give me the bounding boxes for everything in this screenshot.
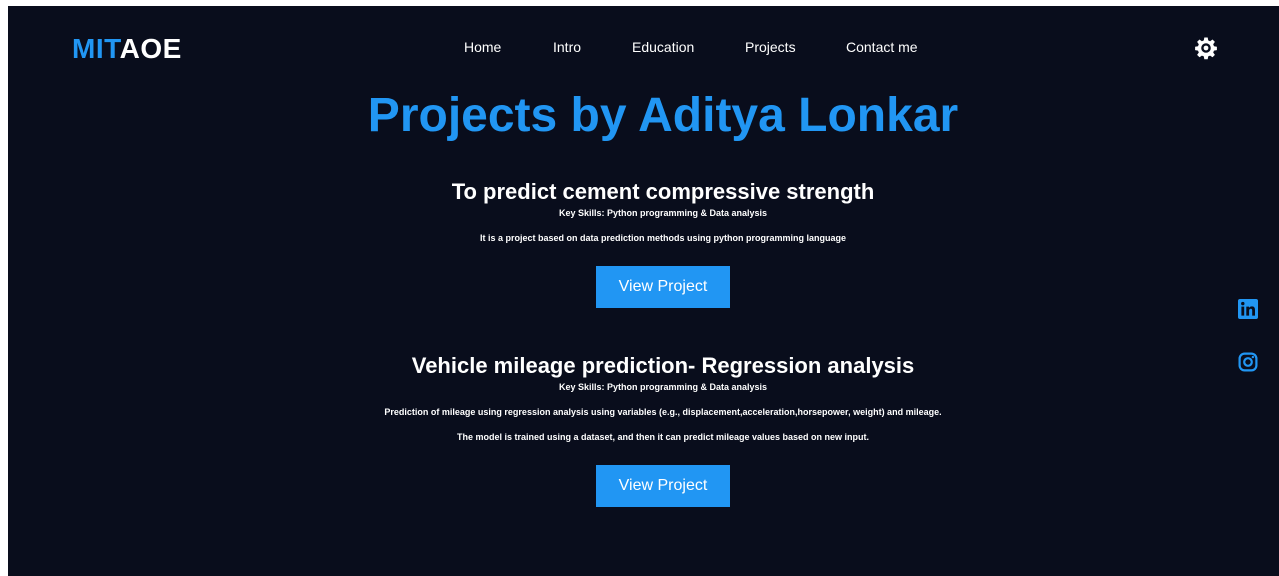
project-card: To predict cement compressive strength K… (8, 178, 1279, 308)
nav-link-contact[interactable]: Contact me (846, 39, 918, 55)
instagram-link[interactable] (1238, 352, 1258, 372)
view-project-button[interactable]: View Project (596, 465, 730, 507)
main-nav: Home Intro Education Projects Contact me (8, 39, 1279, 59)
nav-link-intro[interactable]: Intro (553, 39, 581, 55)
nav-link-projects[interactable]: Projects (745, 39, 796, 55)
project-skills: Key Skills: Python programming & Data an… (558, 208, 768, 218)
project-description: It is a project based on data prediction… (479, 233, 847, 243)
gear-icon (1195, 37, 1217, 60)
view-project-button[interactable]: View Project (596, 266, 730, 308)
linkedin-icon (1238, 299, 1258, 319)
nav-link-home[interactable]: Home (464, 39, 501, 55)
instagram-icon (1238, 352, 1258, 372)
page-title: Projects by Aditya Lonkar (367, 89, 959, 142)
project-title: To predict cement compressive strength (451, 179, 875, 204)
portfolio-page: MITAOE Home Intro Education Projects Con… (8, 6, 1279, 576)
theme-toggle-button[interactable] (1194, 36, 1218, 60)
project-skills: Key Skills: Python programming & Data an… (558, 382, 768, 392)
project-description: The model is trained using a dataset, an… (456, 432, 870, 442)
project-card: Vehicle mileage prediction- Regression a… (8, 352, 1279, 507)
project-description: Prediction of mileage using regression a… (384, 407, 942, 417)
nav-link-education[interactable]: Education (632, 39, 694, 55)
linkedin-link[interactable] (1238, 299, 1258, 319)
project-title: Vehicle mileage prediction- Regression a… (411, 353, 915, 378)
